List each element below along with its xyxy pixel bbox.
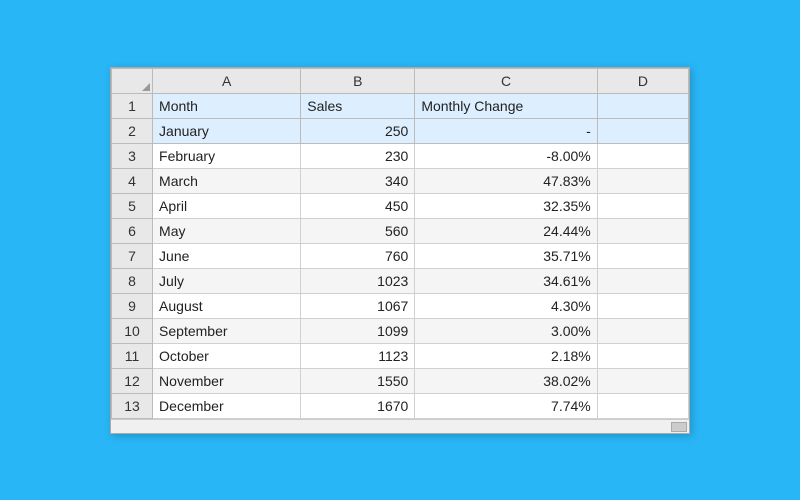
row-num-8: 8: [112, 268, 153, 293]
cell-month[interactable]: November: [153, 368, 301, 393]
cell-change[interactable]: 2.18%: [415, 343, 597, 368]
cell-sales[interactable]: 340: [301, 168, 415, 193]
header-month[interactable]: Month: [153, 93, 301, 118]
cell-change[interactable]: 38.02%: [415, 368, 597, 393]
cell-d[interactable]: [597, 393, 688, 418]
row-num-3: 3: [112, 143, 153, 168]
spreadsheet[interactable]: A B C D 1 Month Sales Monthly Change 2Ja…: [110, 67, 690, 434]
header-monthly-change[interactable]: Monthly Change: [415, 93, 597, 118]
row-num-5: 5: [112, 193, 153, 218]
row-num-11: 11: [112, 343, 153, 368]
row-num-13: 13: [112, 393, 153, 418]
cell-d[interactable]: [597, 293, 688, 318]
row-num-2: 2: [112, 118, 153, 143]
cell-change[interactable]: -8.00%: [415, 143, 597, 168]
row-num-1: 1: [112, 93, 153, 118]
cell-sales[interactable]: 760: [301, 243, 415, 268]
row-num-9: 9: [112, 293, 153, 318]
cell-d[interactable]: [597, 243, 688, 268]
cell-d[interactable]: [597, 168, 688, 193]
cell-change[interactable]: 7.74%: [415, 393, 597, 418]
header-sales[interactable]: Sales: [301, 93, 415, 118]
cell-month[interactable]: August: [153, 293, 301, 318]
cell-d[interactable]: [597, 218, 688, 243]
cell-change[interactable]: 35.71%: [415, 243, 597, 268]
cell-d[interactable]: [597, 143, 688, 168]
cell-d[interactable]: [597, 318, 688, 343]
cell-sales[interactable]: 250: [301, 118, 415, 143]
row-num-10: 10: [112, 318, 153, 343]
row-num-6: 6: [112, 218, 153, 243]
col-header-a[interactable]: A: [153, 68, 301, 93]
cell-sales[interactable]: 1099: [301, 318, 415, 343]
cell-change[interactable]: 47.83%: [415, 168, 597, 193]
cell-change[interactable]: -: [415, 118, 597, 143]
cell-sales[interactable]: 1550: [301, 368, 415, 393]
cell-d[interactable]: [597, 268, 688, 293]
cell-month[interactable]: June: [153, 243, 301, 268]
cell-sales[interactable]: 450: [301, 193, 415, 218]
scrollbar-indicator[interactable]: [671, 422, 687, 432]
cell-month[interactable]: September: [153, 318, 301, 343]
cell-d[interactable]: [597, 118, 688, 143]
cell-change[interactable]: 24.44%: [415, 218, 597, 243]
cell-change[interactable]: 34.61%: [415, 268, 597, 293]
col-header-c[interactable]: C: [415, 68, 597, 93]
cell-month[interactable]: January: [153, 118, 301, 143]
cell-sales[interactable]: 1067: [301, 293, 415, 318]
corner-header: [112, 68, 153, 93]
cell-change[interactable]: 32.35%: [415, 193, 597, 218]
row-num-7: 7: [112, 243, 153, 268]
spreadsheet-table: A B C D 1 Month Sales Monthly Change 2Ja…: [111, 68, 689, 419]
cell-sales[interactable]: 1023: [301, 268, 415, 293]
cell-d[interactable]: [597, 193, 688, 218]
scrollbar-area: [111, 419, 689, 433]
header-d[interactable]: [597, 93, 688, 118]
cell-d[interactable]: [597, 343, 688, 368]
cell-change[interactable]: 3.00%: [415, 318, 597, 343]
cell-month[interactable]: October: [153, 343, 301, 368]
cell-month[interactable]: December: [153, 393, 301, 418]
cell-change[interactable]: 4.30%: [415, 293, 597, 318]
cell-sales[interactable]: 1670: [301, 393, 415, 418]
cell-d[interactable]: [597, 368, 688, 393]
cell-month[interactable]: July: [153, 268, 301, 293]
cell-month[interactable]: April: [153, 193, 301, 218]
row-num-12: 12: [112, 368, 153, 393]
col-header-b[interactable]: B: [301, 68, 415, 93]
cell-sales[interactable]: 230: [301, 143, 415, 168]
row-num-4: 4: [112, 168, 153, 193]
cell-month[interactable]: February: [153, 143, 301, 168]
cell-month[interactable]: March: [153, 168, 301, 193]
cell-sales[interactable]: 1123: [301, 343, 415, 368]
cell-month[interactable]: May: [153, 218, 301, 243]
col-header-d[interactable]: D: [597, 68, 688, 93]
cell-sales[interactable]: 560: [301, 218, 415, 243]
